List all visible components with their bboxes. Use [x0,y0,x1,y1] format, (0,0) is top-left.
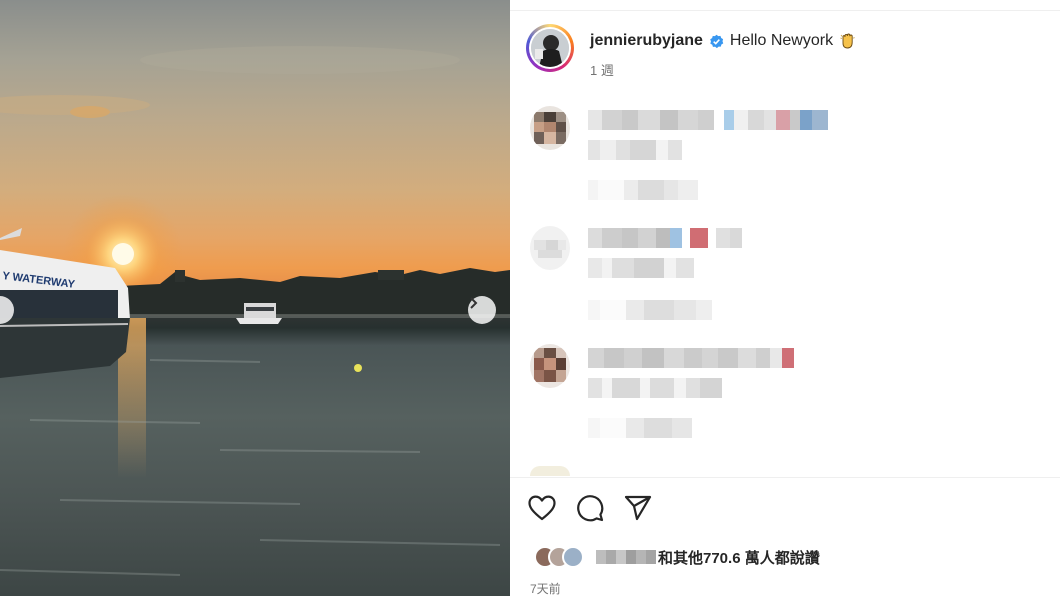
blurred-text [588,140,682,160]
comments-list [510,96,1060,476]
blurred-text [588,110,828,130]
post-media[interactable]: Y WATERWAY [0,0,510,596]
chevron-right-icon [470,297,478,309]
post-header: jennierubyjane Hello Newyork 1 週 [526,24,857,79]
liker-avatars [534,546,584,568]
blurred-text [588,258,694,278]
blurred-text [588,300,712,320]
comment-button[interactable] [576,494,604,522]
paper-plane-icon [624,495,652,521]
profile-avatar[interactable] [526,24,574,72]
likes-summary[interactable]: 和其他770.6 萬人都說讚 [534,543,820,571]
heart-icon [528,495,556,521]
verified-badge-icon [710,34,724,48]
commenter-avatar[interactable] [530,106,570,150]
blurred-text [588,180,698,200]
commenter-avatar[interactable] [530,226,570,270]
comment-bubble-icon [577,495,604,522]
commenter-avatar [530,466,570,476]
divider [510,10,1060,11]
divider [510,477,1060,478]
next-photo-button[interactable] [468,296,496,324]
post-side-panel: jennierubyjane Hello Newyork 1 週 和其他770.… [510,0,1060,596]
post-caption: Hello Newyork [729,32,834,49]
blurred-text [588,348,794,368]
likes-count-text: 和其他770.6 萬人都說讚 [658,549,820,567]
blurred-text [588,418,692,438]
blurred-text [588,378,722,398]
like-button[interactable] [528,494,556,522]
blurred-text [588,228,742,248]
blurred-liker-name [596,550,656,564]
commenter-avatar[interactable] [530,344,570,388]
post-date: 7天前 [530,582,561,596]
share-button[interactable] [624,494,652,522]
hand-emoji-icon [840,33,855,49]
post-time[interactable]: 1 週 [590,60,857,79]
sunset-photo: Y WATERWAY [0,46,510,576]
username-link[interactable]: jennierubyjane [590,32,703,50]
post-actions [528,494,652,522]
